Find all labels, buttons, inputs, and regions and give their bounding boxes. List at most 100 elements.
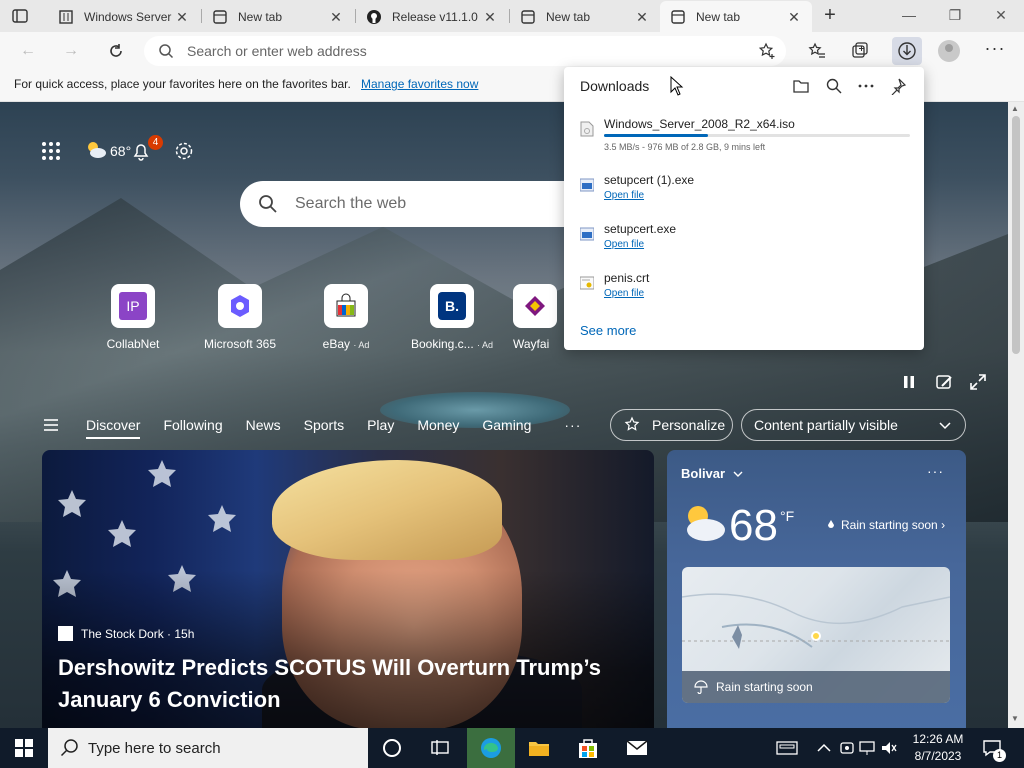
- start-button[interactable]: [14, 738, 34, 758]
- settings-and-more-button[interactable]: ···: [984, 39, 1006, 61]
- refresh-button[interactable]: [105, 40, 127, 62]
- network-icon[interactable]: [858, 739, 876, 757]
- search-icon[interactable]: [825, 77, 843, 95]
- tab-close-button[interactable]: ✕: [786, 9, 802, 25]
- tab-close-button[interactable]: ✕: [174, 9, 190, 25]
- scroll-up-arrow[interactable]: ▲: [1011, 104, 1019, 113]
- feed-tab-news[interactable]: News: [246, 417, 281, 433]
- download-filename: setupcert.exe: [604, 222, 677, 236]
- ebay-bag-icon: [324, 284, 368, 328]
- browser-toolbar: ← → ···: [0, 32, 1024, 70]
- feed-tab-gaming[interactable]: Gaming: [482, 417, 531, 433]
- windows-taskbar: 12:26 AM 8/7/2023 1: [0, 728, 1024, 768]
- weather-more-button[interactable]: ···: [927, 463, 944, 479]
- tab-github-release[interactable]: Release v11.1.0 ✕: [356, 1, 508, 32]
- quick-link-collabnet[interactable]: IP CollabNet: [88, 284, 178, 351]
- pin-icon[interactable]: [889, 77, 907, 95]
- open-file-link[interactable]: Open file: [604, 190, 644, 201]
- manage-favorites-link[interactable]: Manage favorites now: [361, 77, 478, 91]
- page-settings-button[interactable]: [173, 140, 195, 162]
- see-more-link[interactable]: See more: [580, 323, 636, 338]
- hero-article-card[interactable]: The Stock Dork · 15h Dershowitz Predicts…: [42, 450, 654, 728]
- open-file-link[interactable]: Open file: [604, 239, 644, 250]
- tab-close-button[interactable]: ✕: [328, 9, 344, 25]
- apps-launcher-button[interactable]: [40, 140, 62, 162]
- quick-link-microsoft-365[interactable]: Microsoft 365: [195, 284, 285, 351]
- chevron-up-icon[interactable]: [815, 739, 833, 757]
- system-clock[interactable]: 12:26 AM 8/7/2023: [902, 731, 974, 765]
- taskbar-search-input[interactable]: [88, 739, 348, 757]
- weather-location[interactable]: Bolivar: [681, 466, 743, 481]
- taskbar-file-explorer[interactable]: [515, 728, 563, 768]
- tab-close-button[interactable]: ✕: [482, 9, 498, 25]
- tab-close-button[interactable]: ✕: [634, 9, 650, 25]
- feed-tab-sports[interactable]: Sports: [304, 417, 344, 433]
- collections-button[interactable]: [849, 40, 871, 62]
- page-scrollbar[interactable]: ▲ ▼: [1008, 102, 1024, 728]
- keyboard-icon[interactable]: [776, 739, 798, 757]
- restore-button[interactable]: ❐: [932, 0, 978, 30]
- taskbar-search-box[interactable]: [48, 728, 368, 768]
- scroll-down-arrow[interactable]: ▼: [1011, 714, 1019, 723]
- quick-link-label: Booking.c...: [410, 337, 474, 351]
- weather-map[interactable]: Rain starting soon: [682, 567, 950, 703]
- tab-strip: Windows Server ✕ New tab ✕ Release v11.1…: [0, 0, 1024, 32]
- downloads-title: Downloads: [580, 78, 650, 94]
- content-visibility-dropdown[interactable]: Content partially visible: [741, 409, 966, 441]
- edit-background-button[interactable]: [934, 372, 954, 392]
- quick-link-booking[interactable]: B. Booking.c... · Ad: [407, 284, 497, 351]
- more-options-icon[interactable]: [857, 77, 875, 95]
- hamburger-icon[interactable]: [40, 417, 62, 433]
- feed-tab-discover[interactable]: Discover: [86, 417, 141, 439]
- profile-avatar[interactable]: [938, 40, 960, 62]
- screen-capture-icon[interactable]: [838, 739, 856, 757]
- umbrella-icon: [694, 680, 708, 694]
- sparkle-edit-icon: [624, 416, 640, 431]
- location-pin: [811, 631, 821, 641]
- weather-forecast[interactable]: Rain starting soon ›: [827, 518, 945, 532]
- tab-new-tab-active[interactable]: New tab ✕: [660, 1, 812, 32]
- task-view-button[interactable]: [416, 728, 464, 768]
- feed-tab-play[interactable]: Play: [367, 417, 394, 433]
- taskbar-edge[interactable]: [467, 728, 515, 768]
- action-center-badge: 1: [993, 749, 1006, 762]
- tab-windows-server[interactable]: Windows Server ✕: [48, 1, 200, 32]
- back-button[interactable]: ←: [17, 40, 39, 62]
- tab-actions-button[interactable]: [10, 6, 30, 26]
- article-headline[interactable]: Dershowitz Predicts SCOTUS Will Overturn…: [58, 652, 638, 716]
- web-search-input[interactable]: [295, 194, 555, 214]
- expand-background-button[interactable]: [968, 372, 988, 392]
- minimize-button[interactable]: —: [886, 0, 932, 30]
- search-icon: [159, 44, 174, 59]
- open-file-link[interactable]: Open file: [604, 288, 644, 299]
- close-window-button[interactable]: ✕: [978, 0, 1024, 30]
- new-tab-button[interactable]: +: [820, 5, 840, 26]
- notification-badge: 4: [148, 135, 163, 150]
- feed-more-button[interactable]: ···: [564, 417, 581, 433]
- add-favorite-icon[interactable]: [758, 42, 776, 60]
- taskbar-store[interactable]: [564, 728, 612, 768]
- feed-tab-following[interactable]: Following: [163, 417, 222, 433]
- quick-link-ebay[interactable]: eBay · Ad: [301, 284, 391, 351]
- weather-card[interactable]: Bolivar ··· 68 °F Rain starting soon › R…: [667, 450, 966, 728]
- feed-tab-money[interactable]: Money: [417, 417, 459, 433]
- quick-link-wayfair[interactable]: Wayfai: [513, 284, 563, 351]
- article-source: The Stock Dork · 15h: [58, 626, 194, 641]
- personalize-button[interactable]: Personalize: [610, 409, 733, 441]
- address-bar[interactable]: [144, 36, 786, 66]
- address-input[interactable]: [187, 42, 747, 60]
- downloads-button[interactable]: [892, 37, 922, 65]
- download-filename: setupcert (1).exe: [604, 173, 695, 187]
- pause-background-button[interactable]: [899, 372, 919, 392]
- building-icon: [59, 9, 73, 24]
- weather-location-label: Bolivar: [681, 466, 726, 481]
- volume-muted-icon[interactable]: [880, 739, 898, 757]
- tab-new-tab[interactable]: New tab ✕: [510, 1, 660, 32]
- forward-button[interactable]: →: [60, 40, 82, 62]
- scroll-thumb[interactable]: [1012, 116, 1020, 354]
- taskbar-mail[interactable]: [613, 728, 661, 768]
- folder-icon[interactable]: [792, 77, 810, 95]
- favorites-button[interactable]: [806, 40, 828, 62]
- tab-new-tab[interactable]: New tab ✕: [202, 1, 354, 32]
- cortana-button[interactable]: [368, 728, 416, 768]
